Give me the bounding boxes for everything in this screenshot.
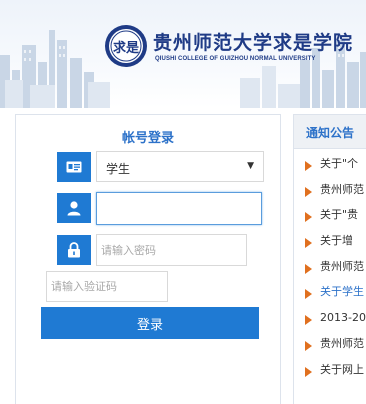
triangle-bullet-icon	[305, 238, 312, 249]
triangle-bullet-icon	[305, 263, 312, 274]
svg-text:求是: 求是	[113, 40, 140, 56]
notice-item-text[interactable]: 关于学生	[320, 285, 364, 299]
notice-item-text[interactable]: 贵州师范	[320, 337, 364, 351]
notice-item-text[interactable]: 关于增	[320, 234, 353, 248]
notice-item[interactable]: 关于"贵	[294, 208, 366, 234]
notice-item[interactable]: 关于网上	[294, 363, 366, 389]
notice-item-text[interactable]: 2013-20	[320, 311, 366, 325]
username-field[interactable]	[96, 192, 262, 225]
college-name-english: QIUSHI COLLEGE OF GUIZHOU NORMAL UNIVERS…	[155, 56, 316, 62]
notice-list: 关于"个 贵州师范 关于"贵 关于增 贵州师范 关于学生 2013-20 贵州师…	[294, 157, 366, 388]
username-input[interactable]	[97, 193, 261, 224]
triangle-bullet-icon	[305, 161, 312, 171]
notice-item-text[interactable]: 关于网上	[320, 363, 364, 377]
password-field[interactable]	[96, 234, 247, 266]
triangle-bullet-icon	[305, 366, 312, 377]
notice-item[interactable]: 贵州师范	[294, 260, 366, 286]
id-card-icon	[57, 152, 91, 182]
triangle-bullet-icon	[305, 315, 312, 326]
chevron-down-icon: ▼	[247, 161, 254, 171]
user-icon	[57, 193, 91, 223]
login-button[interactable]: 登录	[41, 307, 259, 339]
header-banner: 求是 贵州师范大学求是学院 QIUSHI COLLEGE OF GUIZHOU …	[0, 0, 366, 108]
notice-item-text[interactable]: 关于"贵	[320, 208, 358, 222]
notice-item[interactable]: 关于学生	[294, 285, 366, 311]
triangle-bullet-icon	[305, 340, 312, 351]
triangle-bullet-icon	[305, 289, 312, 300]
notice-item[interactable]: 关于增	[294, 234, 366, 260]
role-select[interactable]: 学生 ▼	[96, 151, 264, 182]
notice-item[interactable]: 关于"个	[294, 157, 366, 183]
notice-header: 通知公告	[294, 115, 366, 149]
login-panel: 帐号登录 学生 ▼ 登录	[15, 114, 281, 404]
college-name-chinese: 贵州师范大学求是学院	[153, 32, 354, 54]
role-select-value: 学生	[106, 162, 131, 176]
triangle-bullet-icon	[305, 186, 312, 197]
captcha-field[interactable]	[46, 271, 168, 302]
notice-item[interactable]: 2013-20	[294, 311, 366, 337]
triangle-bullet-icon	[305, 212, 312, 223]
notice-item[interactable]: 贵州师范	[294, 337, 366, 363]
notice-item-text[interactable]: 贵州师范	[320, 260, 364, 274]
notice-item[interactable]: 贵州师范	[294, 183, 366, 209]
notice-item-text[interactable]: 关于"个	[320, 157, 358, 171]
password-input[interactable]	[97, 235, 246, 265]
captcha-input[interactable]	[47, 272, 167, 301]
notice-panel: 通知公告 关于"个 贵州师范 关于"贵 关于增 贵州师范 关于学生 2013-2…	[293, 114, 366, 404]
notice-title: 通知公告	[306, 126, 355, 140]
notice-item-text[interactable]: 贵州师范	[320, 183, 364, 197]
college-seal-logo: 求是	[105, 25, 147, 67]
login-title: 帐号登录	[121, 131, 174, 146]
lock-icon	[57, 235, 91, 265]
